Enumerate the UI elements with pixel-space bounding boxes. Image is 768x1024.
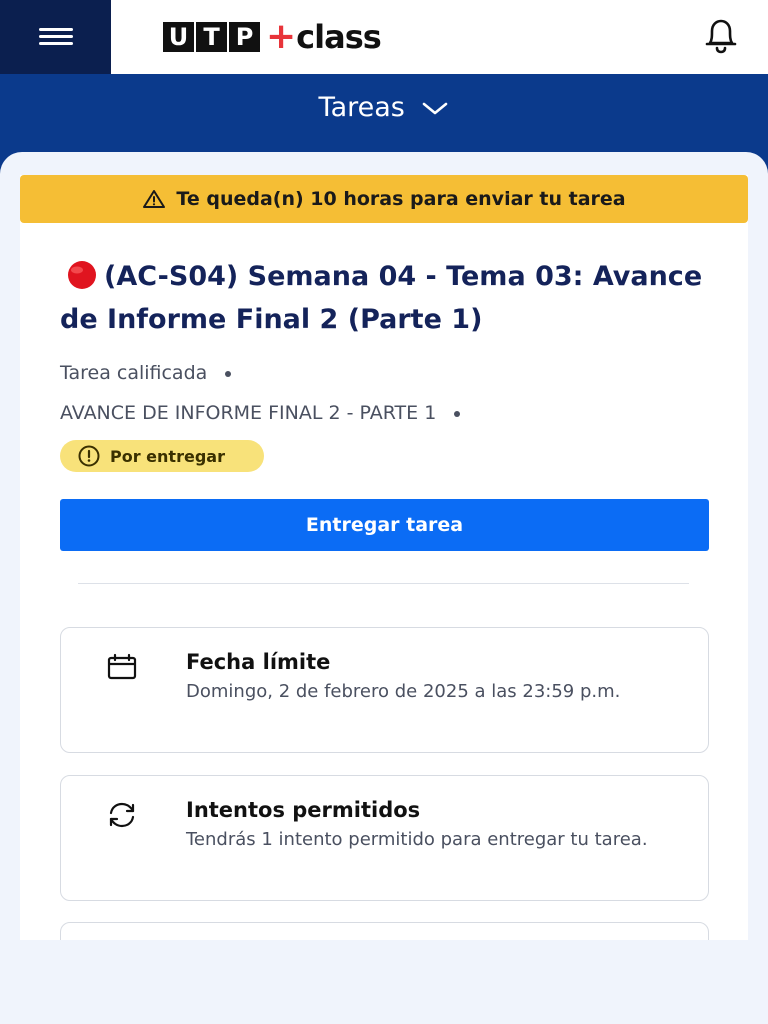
divider (78, 583, 689, 584)
task-name: AVANCE DE INFORME FINAL 2 - PARTE 1 (60, 402, 461, 424)
section-title-text: Tareas (318, 92, 405, 123)
chevron-down-icon (421, 93, 449, 124)
task-title: (AC-S04) Semana 04 - Tema 03: Avance de … (60, 255, 720, 341)
status-badge: Por entregar (60, 440, 264, 472)
deadline-card: Fecha límite Domingo, 2 de febrero de 20… (60, 627, 709, 753)
task-title-text: (AC-S04) Semana 04 - Tema 03: Avance de … (60, 261, 703, 335)
alert-text: Te queda(n) 10 horas para enviar tu tare… (176, 188, 626, 210)
attempts-card: Intentos permitidos Tendrás 1 intento pe… (60, 775, 709, 901)
deadline-title: Fecha límite (186, 650, 331, 674)
logo-class-text: class (296, 18, 382, 56)
refresh-icon (105, 800, 139, 830)
utp-class-logo: U T P + class (163, 16, 382, 57)
bell-icon[interactable] (700, 16, 742, 56)
calendar-icon (105, 652, 139, 682)
warning-triangle-icon (142, 189, 166, 209)
attempts-detail: Tendrás 1 intento permitido para entrega… (186, 829, 648, 850)
submit-task-button[interactable]: Entregar tarea (60, 499, 709, 551)
task-type: Tarea calificada (60, 362, 232, 384)
section-title-dropdown[interactable]: Tareas (0, 92, 768, 124)
menu-button[interactable] (0, 0, 111, 74)
attempts-title: Intentos permitidos (186, 798, 421, 822)
separator-dot (225, 370, 232, 377)
exclamation-circle-icon (76, 445, 102, 467)
hamburger-menu-icon (38, 28, 73, 46)
logo-utp-box: U T P (163, 22, 260, 52)
red-circle-icon (60, 260, 104, 290)
deadline-alert: Te queda(n) 10 horas para enviar tu tare… (20, 175, 748, 223)
top-bar (0, 0, 768, 74)
deadline-detail: Domingo, 2 de febrero de 2025 a las 23:5… (186, 681, 621, 702)
bottom-area (0, 940, 768, 1024)
logo-plus: + (266, 16, 297, 57)
status-badge-label: Por entregar (110, 446, 225, 466)
separator-dot (454, 410, 461, 417)
